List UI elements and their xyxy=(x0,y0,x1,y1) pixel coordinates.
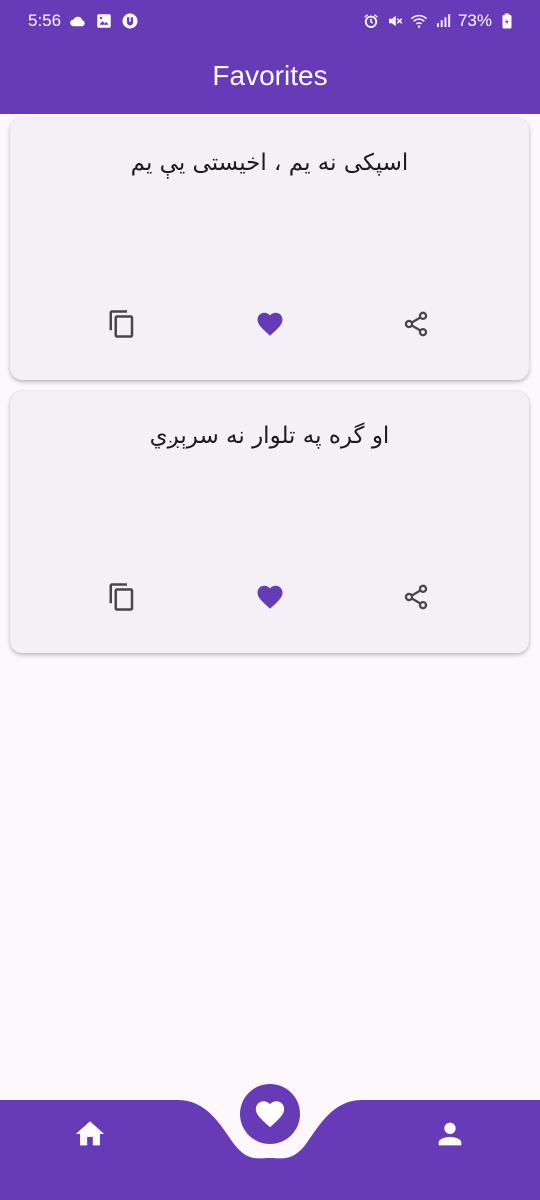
share-button[interactable] xyxy=(392,300,440,348)
favorite-button[interactable] xyxy=(246,300,294,348)
favorite-card: او گره په تلوار نه سرېږي xyxy=(10,391,529,653)
favorites-heart-icon xyxy=(255,1101,285,1128)
page-title: Favorites xyxy=(212,60,328,91)
status-time: 5:56 xyxy=(28,11,62,30)
copy-icon xyxy=(109,310,134,338)
share-icon xyxy=(404,584,428,610)
quote-text: اسپکی نه یم ، اخیستی يې یم xyxy=(130,150,409,176)
home-icon xyxy=(75,1121,105,1146)
signal-icon xyxy=(436,14,451,27)
favorite-heart-icon xyxy=(257,585,283,609)
vpn-shield-icon xyxy=(122,13,138,29)
status-left: 5:56 xyxy=(28,11,139,31)
battery-icon xyxy=(502,13,512,29)
favorite-heart-icon xyxy=(257,312,283,336)
favorite-button[interactable] xyxy=(246,573,294,621)
cloud-icon xyxy=(70,16,85,27)
wifi-icon xyxy=(410,14,428,28)
nav-profile-button[interactable] xyxy=(422,1106,478,1162)
profile-icon xyxy=(438,1122,462,1146)
copy-icon xyxy=(109,583,134,611)
status-right: 73% xyxy=(362,11,516,31)
battery-percent: 73% xyxy=(457,11,492,30)
share-button[interactable] xyxy=(392,573,440,621)
status-bar: 5:56 73% xyxy=(0,0,540,40)
bottom-navigation-bar xyxy=(0,1084,540,1200)
nav-favorites-button[interactable] xyxy=(240,1084,300,1144)
app-bar: Favorites xyxy=(0,40,540,114)
copy-button[interactable] xyxy=(98,300,146,348)
alarm-icon xyxy=(364,14,378,28)
share-icon xyxy=(404,311,428,337)
nav-home-button[interactable] xyxy=(62,1106,118,1162)
gallery-icon xyxy=(97,14,111,28)
favorite-card: اسپکی نه یم ، اخیستی يې یم xyxy=(10,118,529,380)
mute-icon xyxy=(388,15,403,27)
quote-text: او گره په تلوار نه سرېږي xyxy=(149,423,390,449)
copy-button[interactable] xyxy=(98,573,146,621)
